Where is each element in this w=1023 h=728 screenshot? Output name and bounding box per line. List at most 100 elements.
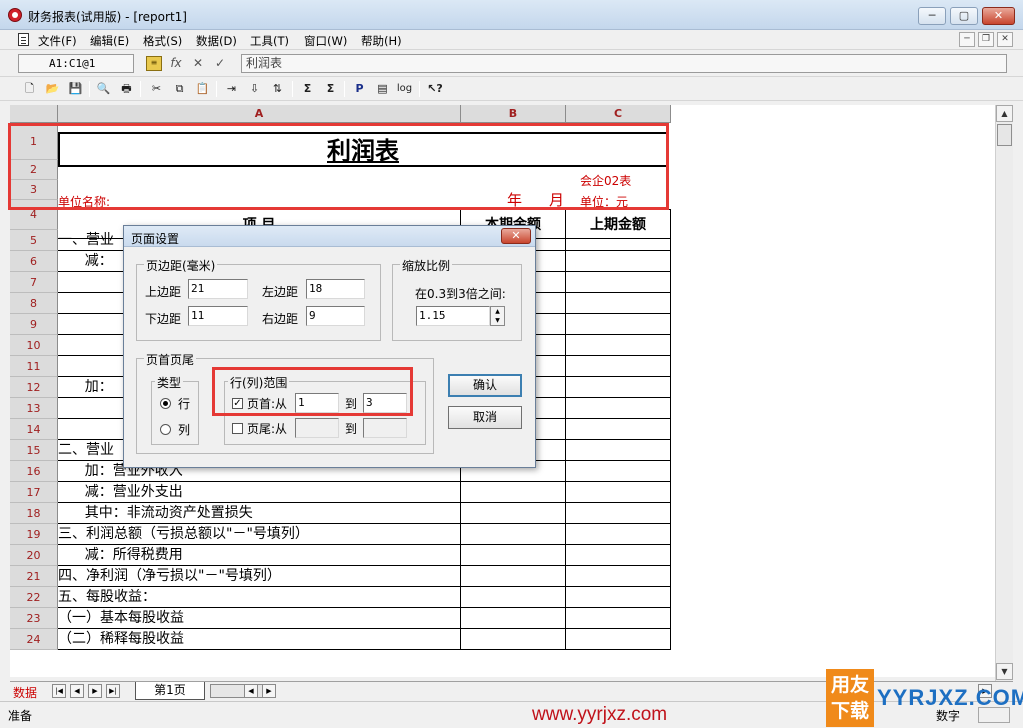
row-header[interactable]: 18 bbox=[10, 503, 58, 524]
column-header-b[interactable]: B bbox=[461, 105, 566, 123]
type-row-radio[interactable] bbox=[160, 398, 171, 409]
line-item-cell[interactable]: 三、利润总额（亏损总额以"－"号填列） bbox=[58, 524, 461, 545]
row-header[interactable]: 3 bbox=[10, 180, 58, 200]
dialog-title-bar[interactable]: 页面设置 ✕ bbox=[124, 226, 535, 247]
log-icon[interactable]: log bbox=[395, 80, 414, 98]
current-amount-cell[interactable] bbox=[461, 566, 566, 587]
document-icon[interactable] bbox=[18, 33, 29, 46]
fill-down-icon[interactable]: ⇩ bbox=[245, 80, 264, 98]
type-column-radio[interactable] bbox=[160, 424, 171, 435]
row-header[interactable]: 9 bbox=[10, 314, 58, 335]
bottom-margin-input[interactable]: 11 bbox=[188, 306, 248, 326]
print-icon[interactable]: 🖶 bbox=[117, 80, 136, 98]
help-pointer-icon[interactable]: ↖? bbox=[424, 80, 446, 98]
tab-next-button[interactable]: ▶ bbox=[88, 684, 102, 698]
pivot-icon[interactable]: P bbox=[350, 80, 369, 98]
menu-file[interactable]: 文件(F) bbox=[38, 33, 77, 49]
prior-amount-cell[interactable] bbox=[566, 608, 671, 629]
mdi-minimize-button[interactable]: ─ bbox=[959, 32, 975, 47]
close-button[interactable]: ✕ bbox=[982, 7, 1015, 25]
prior-amount-cell[interactable] bbox=[566, 251, 671, 272]
scroll-up-button[interactable]: ▲ bbox=[996, 105, 1013, 122]
prior-amount-cell[interactable] bbox=[566, 587, 671, 608]
new-file-icon[interactable]: 🗋 bbox=[20, 80, 39, 98]
prior-amount-cell[interactable] bbox=[566, 293, 671, 314]
row-header[interactable]: 15 bbox=[10, 440, 58, 461]
prior-amount-cell[interactable] bbox=[566, 398, 671, 419]
accept-icon[interactable]: ✓ bbox=[212, 56, 228, 71]
mdi-close-button[interactable]: ✕ bbox=[997, 32, 1013, 47]
line-item-cell[interactable]: 四、净利润（净亏损以"－"号填列） bbox=[58, 566, 461, 587]
menu-window[interactable]: 窗口(W) bbox=[304, 33, 347, 49]
row-header[interactable]: 17 bbox=[10, 482, 58, 503]
sum-icon[interactable]: Σ bbox=[298, 80, 317, 98]
row-header[interactable]: 23 bbox=[10, 608, 58, 629]
prior-amount-cell[interactable] bbox=[566, 419, 671, 440]
prior-amount-cell[interactable] bbox=[566, 335, 671, 356]
prior-amount-cell[interactable] bbox=[566, 503, 671, 524]
data-mode-label[interactable]: 数据 bbox=[13, 684, 37, 701]
line-item-cell[interactable]: 其中：非流动资产处置损失 bbox=[58, 503, 461, 524]
column-header-c[interactable]: C bbox=[566, 105, 671, 123]
line-item-cell[interactable]: （一）基本每股收益 bbox=[58, 608, 461, 629]
current-amount-cell[interactable] bbox=[461, 629, 566, 650]
row-header[interactable]: 24 bbox=[10, 629, 58, 650]
row-header[interactable]: 7 bbox=[10, 272, 58, 293]
prior-amount-cell[interactable] bbox=[566, 629, 671, 650]
tab-last-button[interactable]: ▶| bbox=[106, 684, 120, 698]
print-preview-icon[interactable]: 🔍 bbox=[94, 80, 113, 98]
left-margin-input[interactable]: 18 bbox=[306, 279, 365, 299]
open-folder-icon[interactable]: 📂 bbox=[43, 80, 62, 98]
formula-input[interactable]: 利润表 bbox=[241, 54, 1007, 73]
line-item-cell[interactable]: 减：营业外支出 bbox=[58, 482, 461, 503]
prior-amount-cell[interactable] bbox=[566, 566, 671, 587]
menu-help[interactable]: 帮助(H) bbox=[361, 33, 402, 49]
copy-icon[interactable]: ⧉ bbox=[170, 80, 189, 98]
line-item-cell[interactable]: 减：所得税费用 bbox=[58, 545, 461, 566]
row-header[interactable]: 11 bbox=[10, 356, 58, 377]
footer-to-input[interactable] bbox=[363, 418, 407, 438]
top-margin-input[interactable]: 21 bbox=[188, 279, 248, 299]
save-icon[interactable]: 💾 bbox=[66, 80, 85, 98]
tab-first-button[interactable]: |◀ bbox=[52, 684, 66, 698]
ok-button[interactable]: 确认 bbox=[448, 374, 522, 397]
current-amount-cell[interactable] bbox=[461, 587, 566, 608]
month-label[interactable]: 月 bbox=[549, 189, 564, 210]
row-header[interactable]: 5 bbox=[10, 230, 58, 251]
maximize-button[interactable]: ▢ bbox=[950, 7, 978, 25]
dialog-close-button[interactable]: ✕ bbox=[501, 228, 531, 244]
scale-spinner[interactable]: ▲ ▼ bbox=[490, 306, 505, 326]
prior-amount-cell[interactable] bbox=[566, 314, 671, 335]
header-from-input[interactable]: 1 bbox=[295, 393, 339, 413]
menu-format[interactable]: 格式(S) bbox=[143, 33, 182, 49]
cancel-button[interactable]: 取消 bbox=[448, 406, 522, 429]
row-header[interactable]: 6 bbox=[10, 251, 58, 272]
cancel-icon[interactable]: ✕ bbox=[190, 56, 206, 71]
prior-amount-cell[interactable] bbox=[566, 524, 671, 545]
prior-amount-cell[interactable] bbox=[566, 440, 671, 461]
cell-reference-box[interactable]: A1:C1@1 bbox=[18, 54, 134, 73]
scroll-thumb[interactable] bbox=[997, 124, 1012, 146]
form-code[interactable]: 会企02表 bbox=[580, 172, 631, 189]
insert-icon[interactable]: ⇥ bbox=[222, 80, 241, 98]
vertical-scrollbar[interactable]: ▲ ▼ bbox=[995, 105, 1013, 681]
column-header-a[interactable]: A bbox=[58, 105, 461, 123]
row-header[interactable]: 1 bbox=[10, 123, 58, 160]
report-title[interactable]: 利润表 bbox=[58, 132, 668, 167]
hscroll-right-button[interactable]: ▶ bbox=[262, 684, 276, 698]
row-header[interactable]: 4 bbox=[10, 200, 58, 230]
menu-data[interactable]: 数据(D) bbox=[196, 33, 237, 49]
hscroll-left-button[interactable]: ◀ bbox=[244, 684, 258, 698]
paste-icon[interactable]: 📋 bbox=[193, 80, 212, 98]
header-to-input[interactable]: 3 bbox=[363, 393, 407, 413]
edit-formula-icon[interactable]: ≡ bbox=[146, 56, 162, 71]
tab-page-1[interactable]: 第1页 bbox=[135, 682, 205, 700]
tab-prev-button[interactable]: ◀ bbox=[70, 684, 84, 698]
prior-amount-cell[interactable] bbox=[566, 482, 671, 503]
scroll-down-button[interactable]: ▼ bbox=[996, 663, 1013, 680]
row-header[interactable]: 12 bbox=[10, 377, 58, 398]
current-amount-cell[interactable] bbox=[461, 503, 566, 524]
row-header[interactable]: 14 bbox=[10, 419, 58, 440]
header-prior-amount[interactable]: 上期金额 bbox=[566, 209, 671, 239]
mdi-restore-button[interactable]: ❐ bbox=[978, 32, 994, 47]
